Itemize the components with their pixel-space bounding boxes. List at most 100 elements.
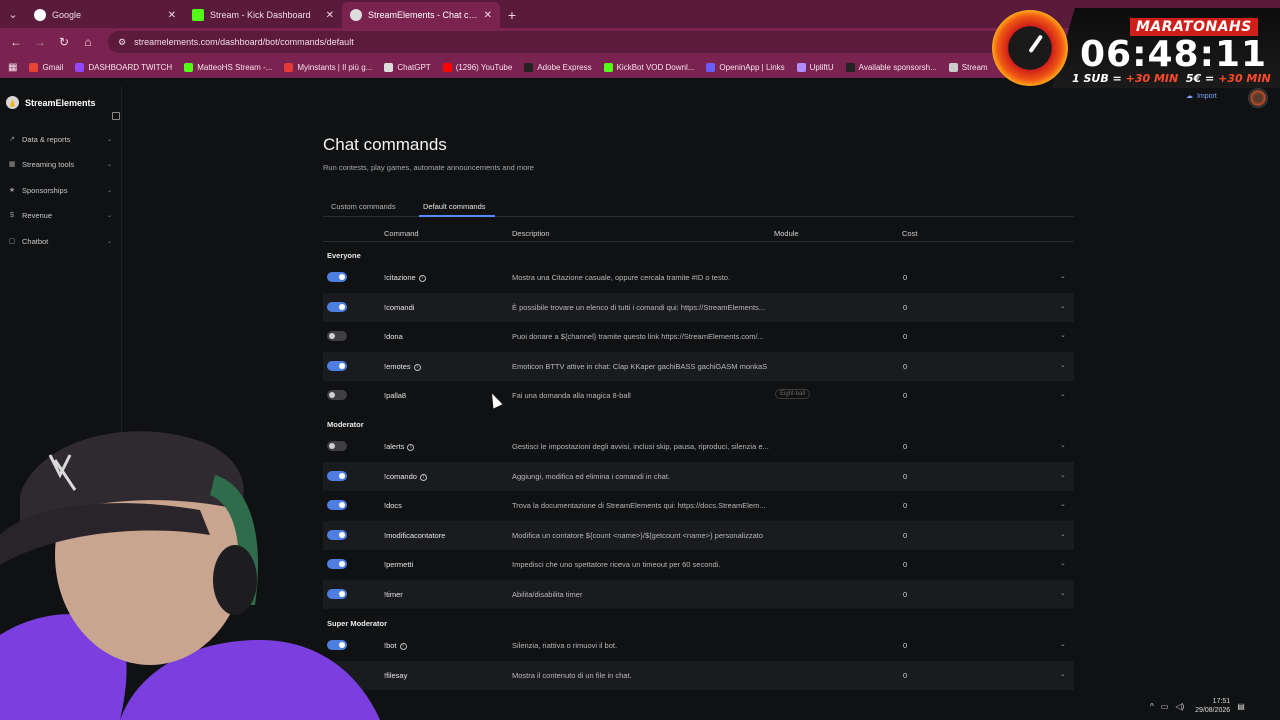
- command-toggle[interactable]: [327, 471, 347, 481]
- chevron-down-icon[interactable]: ⌄: [1060, 361, 1066, 369]
- site-info-icon[interactable]: ⚙: [118, 37, 126, 48]
- notification-icon[interactable]: ▤: [1237, 702, 1245, 711]
- table-row[interactable]: !timer Abilita/disabilita timer 0 ⌄: [323, 580, 1074, 609]
- command-toggle[interactable]: [327, 302, 347, 312]
- network-icon[interactable]: ▭: [1161, 702, 1169, 711]
- bookmark-item[interactable]: UpliftU: [796, 62, 834, 72]
- chevron-down-icon[interactable]: ⌄: [1060, 640, 1066, 648]
- command-name: !citazione i: [384, 273, 426, 282]
- forward-arrow-icon[interactable]: →: [30, 32, 50, 52]
- command-toggle[interactable]: [327, 640, 347, 650]
- info-icon[interactable]: i: [407, 444, 415, 451]
- command-toggle[interactable]: [327, 441, 347, 451]
- command-toggle[interactable]: [327, 559, 347, 569]
- command-label: !modificacontatore: [384, 531, 446, 540]
- home-icon[interactable]: ⌂: [78, 32, 98, 52]
- overlay-rules: 1 SUB = +30 MIN 5€ = +30 MIN: [1072, 72, 1271, 85]
- bookmark-item[interactable]: MatteoHS Stream -...: [184, 62, 272, 72]
- table-header: Command Description Module Cost: [323, 226, 1074, 242]
- browser-tab-streamelements[interactable]: StreamElements - Chat comma ✕: [342, 2, 500, 28]
- info-icon[interactable]: i: [418, 275, 426, 282]
- info-icon[interactable]: i: [413, 364, 421, 371]
- chevron-down-icon[interactable]: ⌄: [1060, 530, 1066, 538]
- bookmark-item[interactable]: DASHBOARD TWITCH: [75, 62, 172, 72]
- sidebar-item-faq[interactable]: ○ FAQ: [6, 631, 32, 640]
- bookmark-item[interactable]: Stream: [948, 62, 988, 72]
- command-toggle[interactable]: [327, 589, 347, 599]
- import-button[interactable]: ☁ Import: [1186, 92, 1217, 101]
- bookmark-item[interactable]: KickBot VOD Downl...: [603, 62, 694, 72]
- brand[interactable]: StreamElements: [6, 96, 96, 109]
- bookmark-item[interactable]: Gmail: [29, 62, 63, 72]
- browser-tab-google[interactable]: Google ✕: [26, 2, 184, 28]
- tab-list-chevron-icon[interactable]: ⌄: [0, 0, 26, 28]
- chart-icon: ↗: [9, 136, 15, 143]
- chevron-down-icon[interactable]: ⌄: [1060, 272, 1066, 280]
- bookmark-item[interactable]: Available sponsorsh...: [845, 62, 937, 72]
- tray-chevron-icon[interactable]: ^: [1150, 702, 1154, 711]
- back-arrow-icon[interactable]: ←: [6, 32, 26, 52]
- chevron-down-icon[interactable]: ⌄: [1060, 559, 1066, 567]
- table-row[interactable]: !permetti Impedisci che uno spettatore ri…: [323, 550, 1074, 579]
- chevron-down-icon[interactable]: ⌄: [1060, 302, 1066, 310]
- bookmark-item[interactable]: Adobe Express: [524, 62, 592, 72]
- table-row[interactable]: !alerts i Gestisci le impostazioni degli a…: [323, 432, 1074, 461]
- clock[interactable]: 17:51 29/08/2026: [1195, 697, 1230, 715]
- bookmark-favicon-icon: [75, 62, 85, 72]
- command-toggle[interactable]: [327, 670, 347, 680]
- table-row[interactable]: !modificacontatore Modifica un contatore …: [323, 521, 1074, 550]
- table-row[interactable]: !palla8 Fai una domanda alla magica 8-bal…: [323, 381, 1074, 410]
- sidebar-item-streaming-tools[interactable]: ▦ Streaming tools ⌄: [8, 156, 112, 172]
- avatar[interactable]: [1248, 88, 1268, 108]
- address-bar[interactable]: ⚙ streamelements.com/dashboard/bot/comma…: [108, 31, 1008, 53]
- table-row[interactable]: !bot i Silenzia, riattiva o rimuovi il bot…: [323, 631, 1074, 660]
- table-row[interactable]: !docs Trova la documentazione di StreamEl…: [323, 491, 1074, 520]
- close-tab-icon[interactable]: ✕: [168, 10, 176, 21]
- command-label: !palla8: [384, 391, 407, 400]
- command-toggle[interactable]: [327, 272, 347, 282]
- chevron-down-icon[interactable]: ⌄: [1060, 331, 1066, 339]
- chevron-down-icon[interactable]: ⌄: [1060, 390, 1066, 398]
- reload-icon[interactable]: ↻: [54, 32, 74, 52]
- table-row[interactable]: !comando i Aggiungi, modifica ed elimina i…: [323, 462, 1074, 491]
- collapse-sidebar-icon[interactable]: [112, 112, 120, 120]
- bookmark-favicon-icon: [384, 62, 394, 72]
- chevron-down-icon[interactable]: ⌄: [1060, 500, 1066, 508]
- chevron-down-icon[interactable]: ⌄: [1060, 441, 1066, 449]
- chevron-down-icon[interactable]: ⌄: [1060, 471, 1066, 479]
- volume-icon[interactable]: ◁): [1175, 702, 1184, 711]
- bookmark-item[interactable]: OpeninApp | Links: [706, 62, 785, 72]
- chevron-down-icon[interactable]: ⌄: [1060, 589, 1066, 597]
- chevron-down-icon[interactable]: ⌄: [1060, 670, 1066, 678]
- kick-favicon-icon: [192, 9, 204, 21]
- command-toggle[interactable]: [327, 331, 347, 341]
- new-tab-plus-icon[interactable]: +: [500, 2, 524, 28]
- table-row[interactable]: !citazione i Mostra una Citazione casuale,…: [323, 263, 1074, 292]
- command-toggle[interactable]: [327, 530, 347, 540]
- close-tab-icon[interactable]: ✕: [484, 10, 492, 21]
- tab-label: Google: [52, 10, 82, 20]
- table-row[interactable]: !dona Puoi donare a ${channel} tramite qu…: [323, 322, 1074, 351]
- table-row[interactable]: !comandi È possibile trovare un elenco di…: [323, 293, 1074, 322]
- apps-grid-icon[interactable]: ▦: [8, 62, 17, 73]
- table-row[interactable]: !emotes i Emoticon BTTV attive in chat: Cl…: [323, 352, 1074, 381]
- info-icon[interactable]: i: [399, 643, 407, 650]
- bookmark-item[interactable]: ChatGPT: [384, 62, 431, 72]
- command-toggle[interactable]: [327, 500, 347, 510]
- bookmark-item[interactable]: Myinstants | Il più g...: [284, 62, 372, 72]
- bookmark-item[interactable]: (1296) YouTube: [442, 62, 512, 72]
- table-row[interactable]: !filesay Mostra il contenuto di un file i…: [323, 661, 1074, 690]
- sidebar-item-sponsorships[interactable]: ★ Sponsorships ⌄: [8, 182, 112, 198]
- sidebar-item-data-reports[interactable]: ↗ Data & reports ⌄: [8, 131, 112, 147]
- tab-default-commands[interactable]: Default commands: [423, 202, 486, 211]
- command-toggle[interactable]: [327, 390, 347, 400]
- close-tab-icon[interactable]: ✕: [326, 10, 334, 21]
- browser-tab-kick[interactable]: Stream - Kick Dashboard ✕: [184, 2, 342, 28]
- tab-custom-commands[interactable]: Custom commands: [331, 202, 396, 211]
- command-toggle[interactable]: [327, 361, 347, 371]
- info-icon[interactable]: i: [419, 474, 427, 481]
- sidebar-item-revenue[interactable]: $ Revenue ⌄: [8, 207, 112, 223]
- sidebar-item-chatbot[interactable]: ▢ Chatbot ⌄: [8, 233, 112, 249]
- command-cost: 0: [903, 590, 908, 599]
- sidebar-item-documentation[interactable]: ▯ Documen: [6, 651, 48, 660]
